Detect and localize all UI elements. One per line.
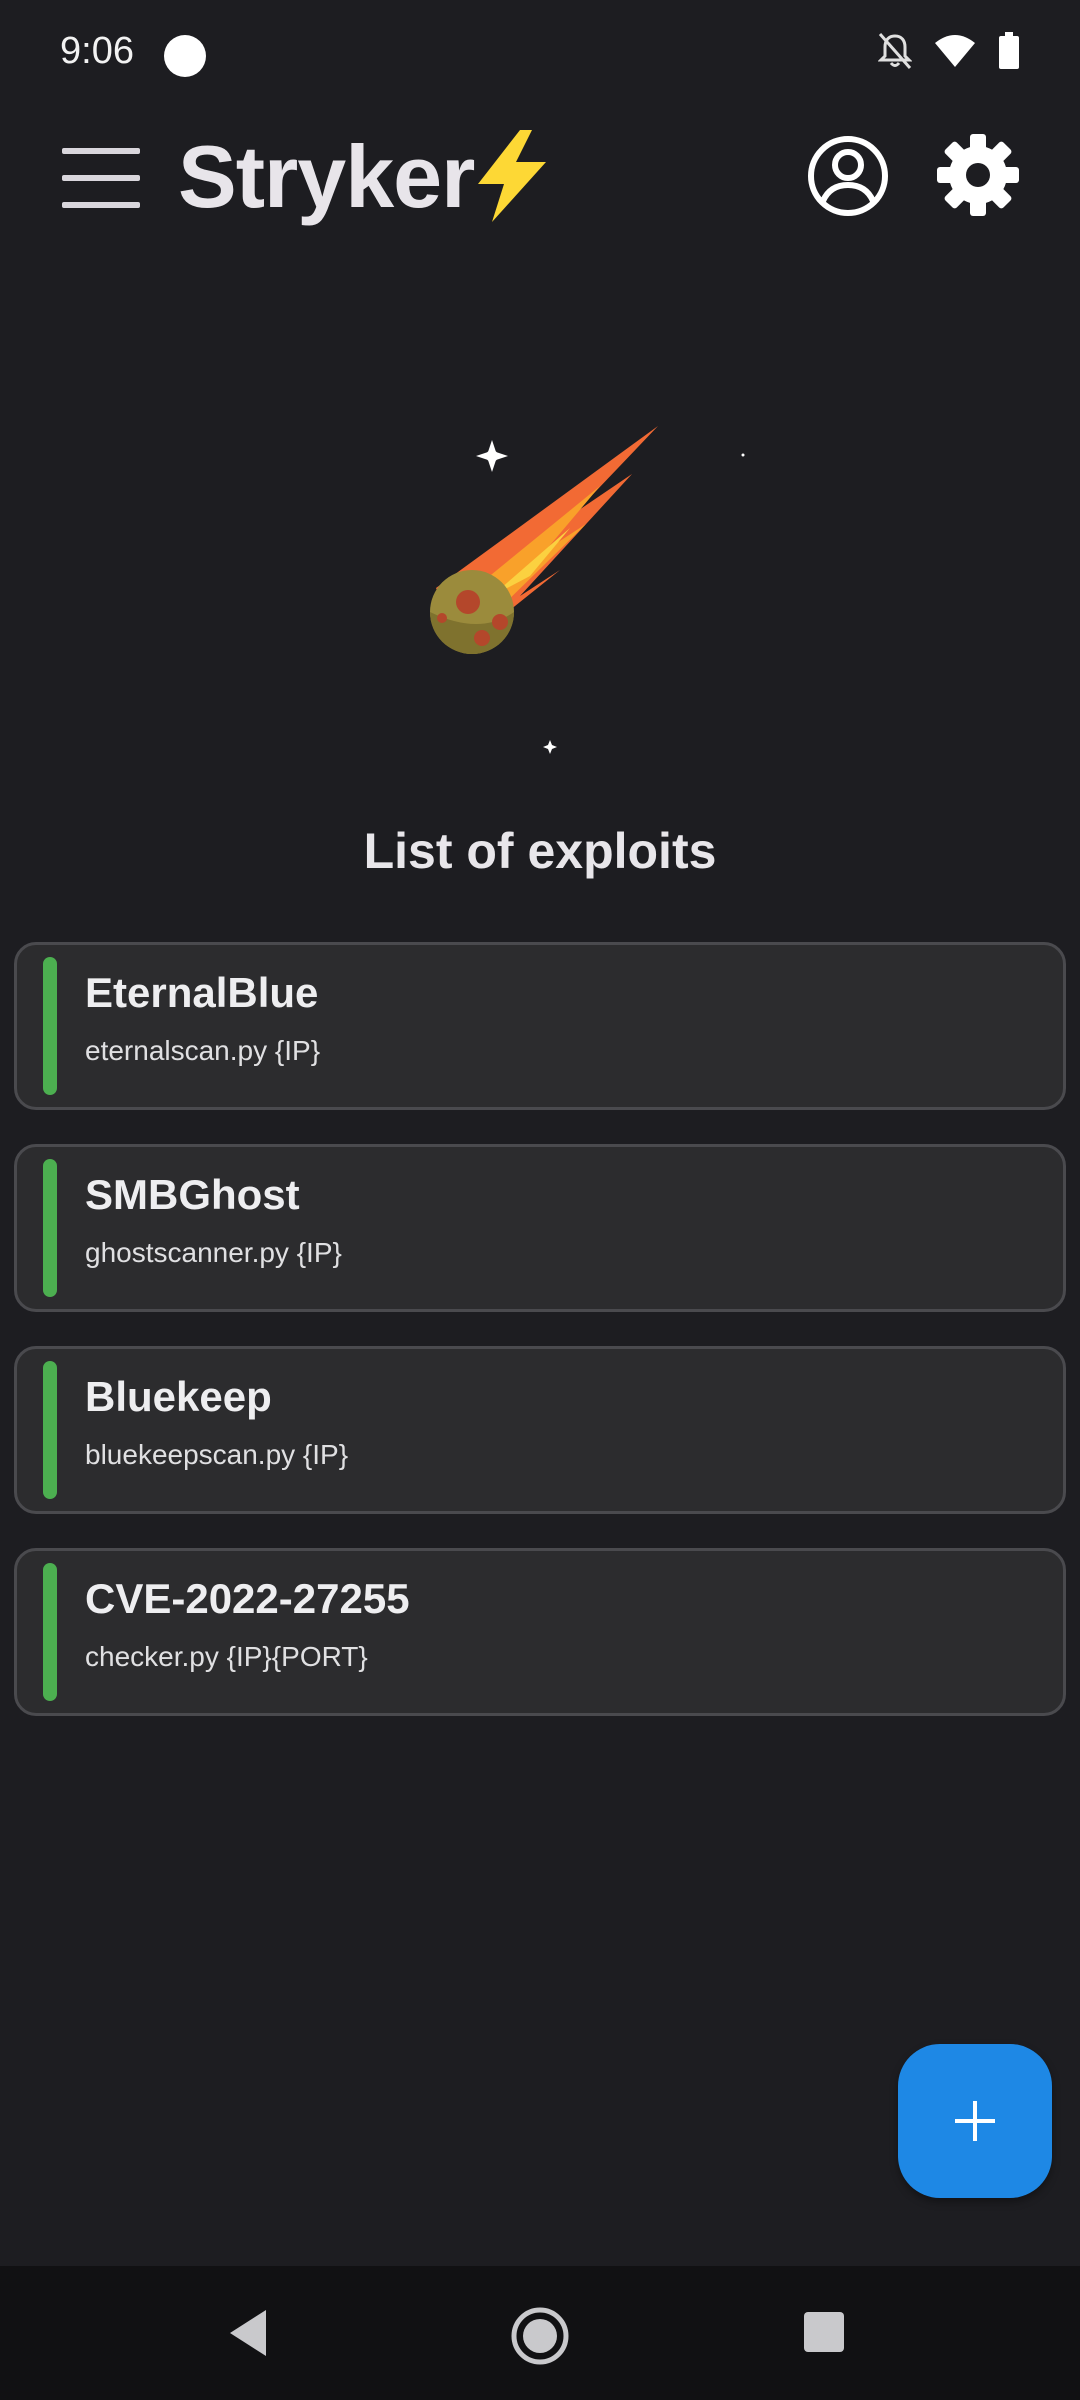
exploit-list: EternalBlue eternalscan.py {IP} SMBGhost… xyxy=(14,942,1066,1750)
list-item[interactable]: CVE-2022-27255 checker.py {IP}{PORT} xyxy=(14,1548,1066,1716)
exploit-command: eternalscan.py {IP} xyxy=(85,1035,321,1066)
status-accent-bar xyxy=(43,1563,57,1701)
list-item[interactable]: EternalBlue eternalscan.py {IP} xyxy=(14,942,1066,1110)
menu-icon[interactable] xyxy=(62,148,140,208)
status-bar: 9:06 xyxy=(0,0,1080,112)
exploit-name: EternalBlue xyxy=(85,969,319,1016)
notifications-off-icon xyxy=(877,32,913,75)
comet-icon xyxy=(430,426,745,754)
list-item[interactable]: SMBGhost ghostscanner.py {IP} xyxy=(14,1144,1066,1312)
exploit-name: SMBGhost xyxy=(85,1171,300,1218)
notification-dot-icon xyxy=(164,35,206,77)
account-circle-icon[interactable] xyxy=(806,134,890,223)
status-icons xyxy=(877,32,1020,75)
comet-illustration xyxy=(400,400,780,780)
home-icon[interactable] xyxy=(510,2306,570,2371)
exploit-command: bluekeepscan.py {IP} xyxy=(85,1439,349,1470)
system-nav-bar xyxy=(0,2266,1080,2400)
exploit-name: CVE-2022-27255 xyxy=(85,1575,410,1622)
exploit-name: Bluekeep xyxy=(85,1373,272,1420)
list-item[interactable]: Bluekeep bluekeepscan.py {IP} xyxy=(14,1346,1066,1514)
wifi-icon xyxy=(934,33,976,74)
list-heading: List of exploits xyxy=(363,823,717,879)
status-time: 9:06 xyxy=(60,30,134,72)
status-accent-bar xyxy=(43,1159,57,1297)
status-accent-bar xyxy=(43,1361,57,1499)
add-exploit-button[interactable] xyxy=(898,2044,1052,2198)
settings-gear-icon[interactable] xyxy=(935,132,1021,223)
exploit-command: ghostscanner.py {IP} xyxy=(85,1237,342,1268)
recents-icon[interactable] xyxy=(802,2310,846,2359)
back-icon[interactable] xyxy=(226,2308,270,2363)
battery-icon xyxy=(998,32,1020,75)
lightning-bolt-icon xyxy=(470,128,552,229)
exploit-command: checker.py {IP}{PORT} xyxy=(85,1641,368,1672)
plus-icon xyxy=(955,2101,995,2141)
status-accent-bar xyxy=(43,957,57,1095)
app-title: Stryker xyxy=(178,127,475,226)
app-bar: Stryker xyxy=(0,112,1080,242)
